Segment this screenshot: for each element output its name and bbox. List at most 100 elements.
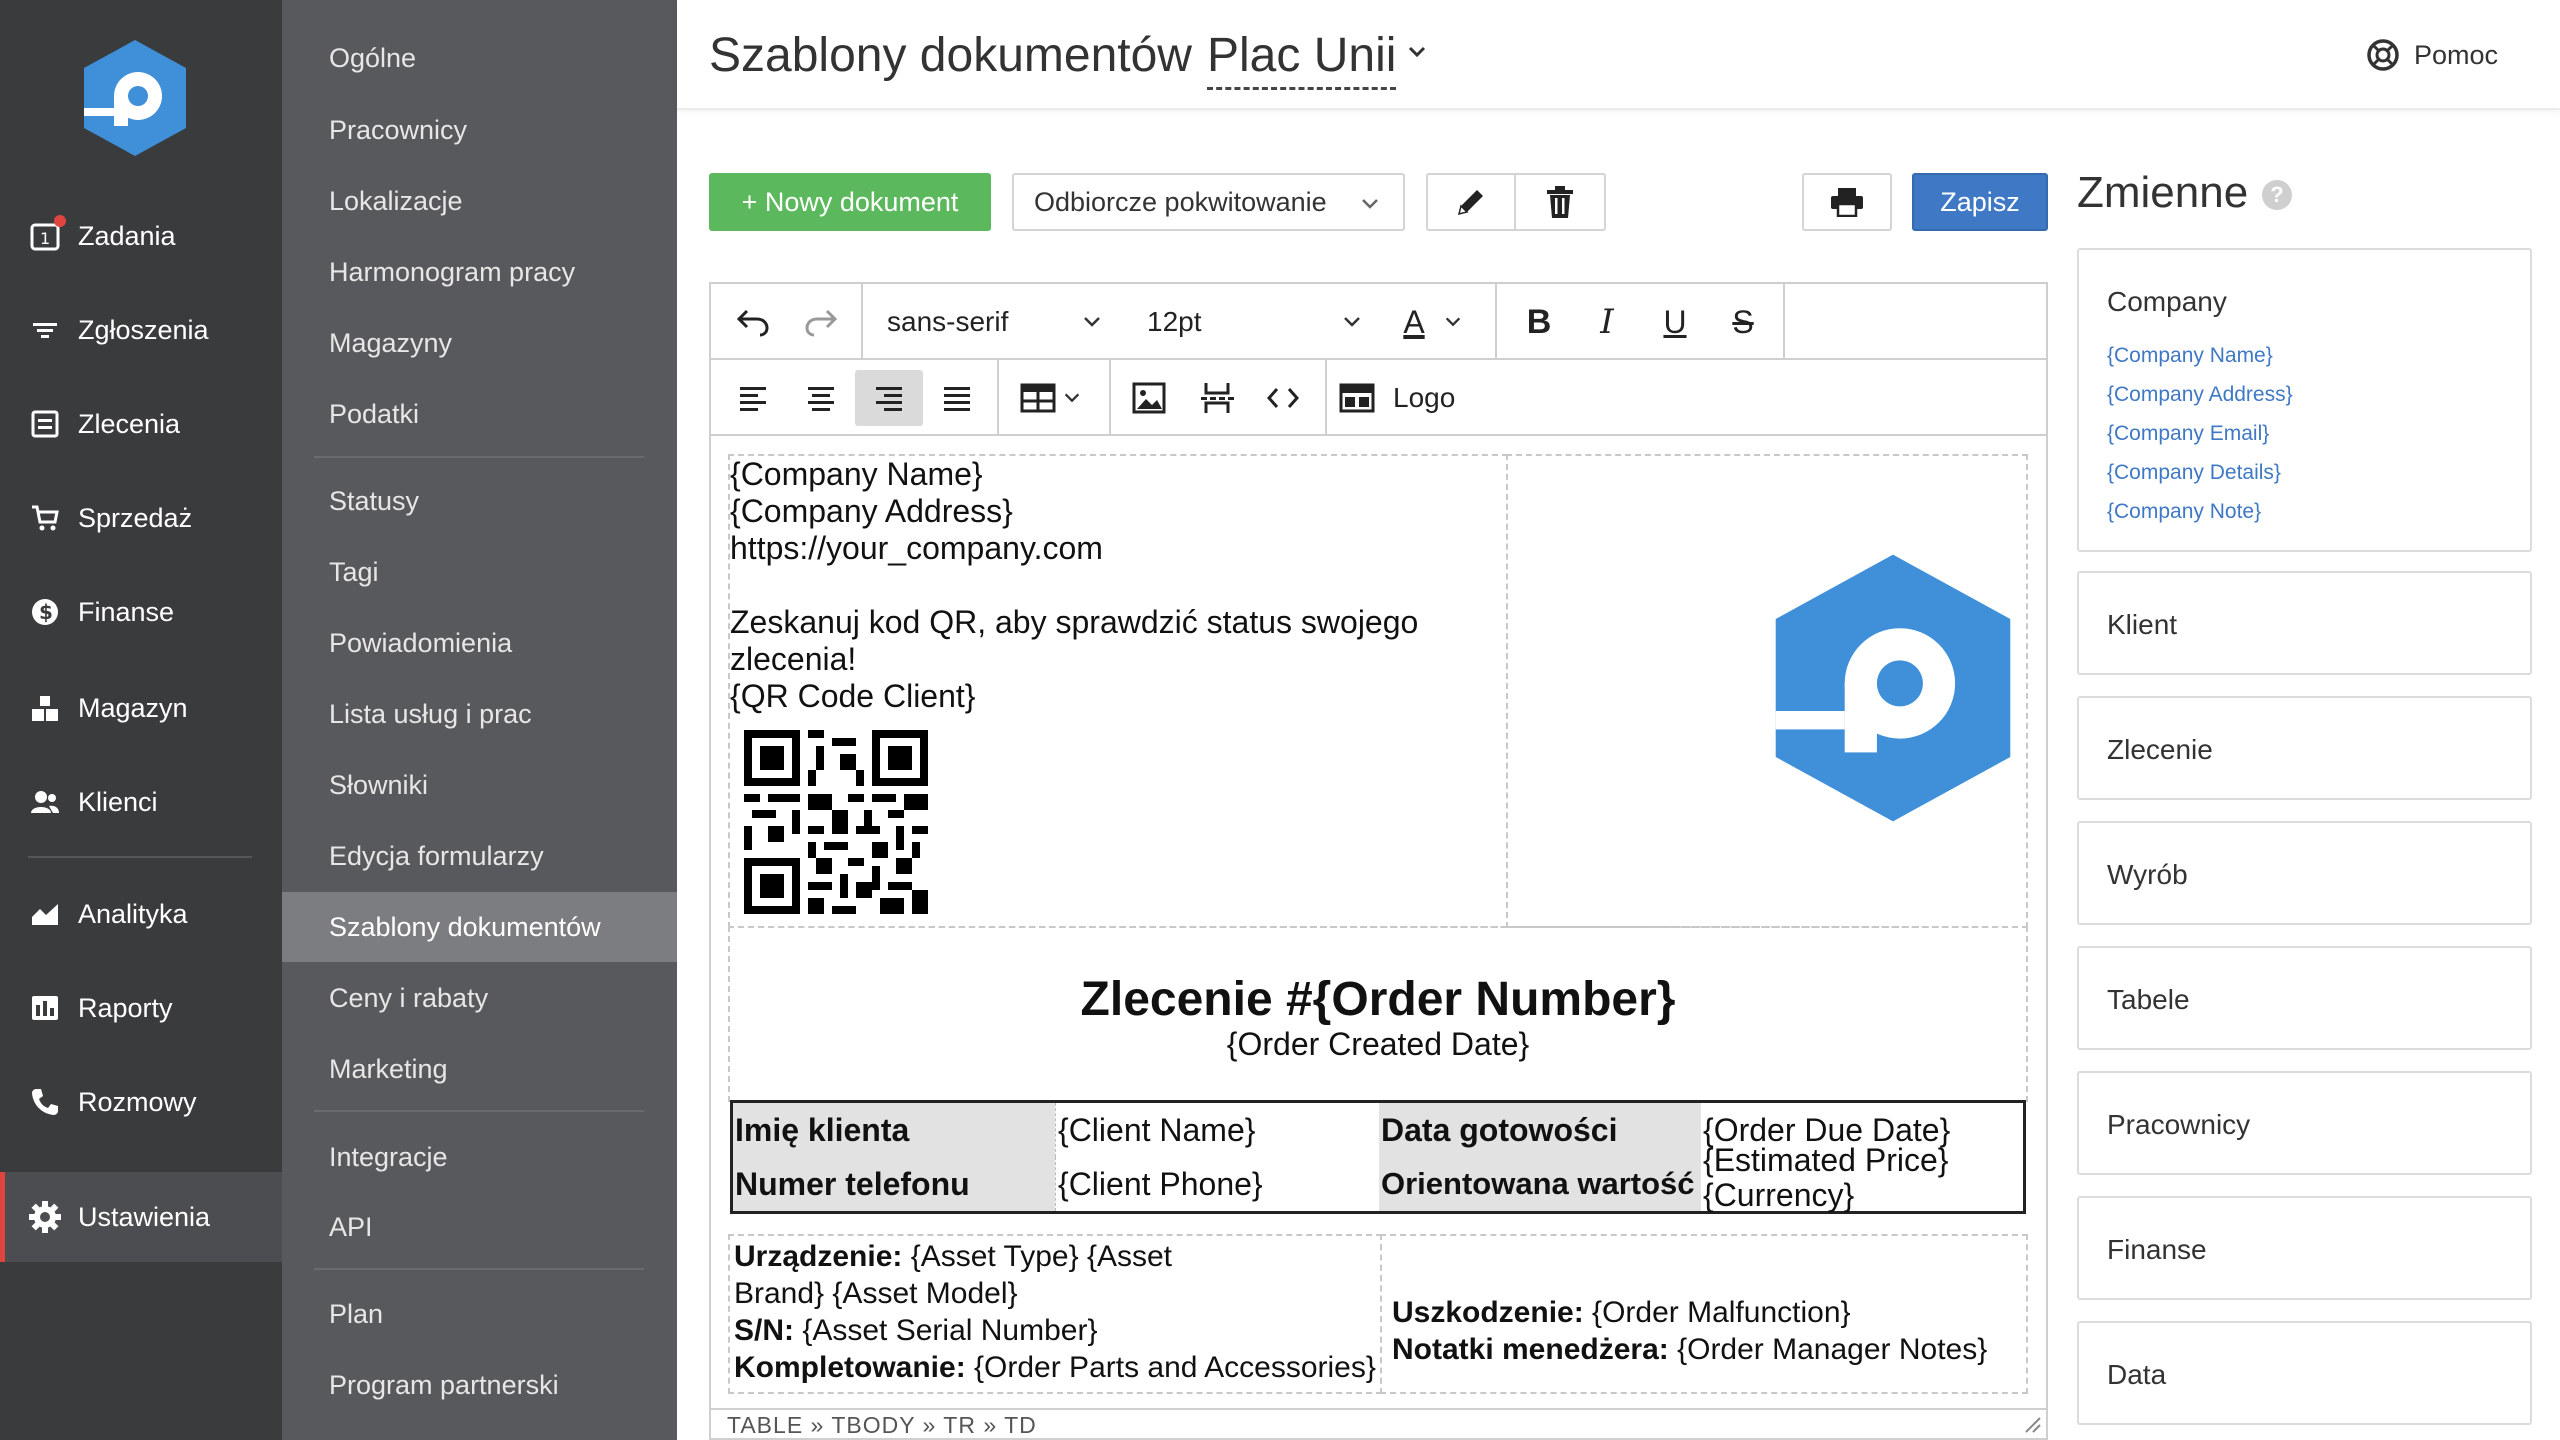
nav-item-finanse[interactable]: $ Finanse: [0, 572, 282, 652]
manager-notes: Notatki menedżera: {Order Manager Notes}: [1392, 1333, 1988, 1366]
variable-group-wyrob[interactable]: Wyrób: [2077, 821, 2532, 925]
nav-item-label: Magazyn: [78, 692, 188, 723]
variable-link-company-note[interactable]: {Company Note}: [2107, 500, 2261, 524]
submenu-item-harmonogram[interactable]: Harmonogram pracy: [282, 237, 677, 307]
variable-group-klient[interactable]: Klient: [2077, 571, 2532, 675]
orders-icon: [28, 407, 62, 441]
print-button[interactable]: [1802, 173, 1892, 231]
variable-link-company-email[interactable]: {Company Email}: [2107, 422, 2269, 446]
submenu-item-magazyny[interactable]: Magazyny: [282, 308, 677, 378]
nav-item-magazyn[interactable]: Magazyn: [0, 668, 282, 748]
variable-link-company-name[interactable]: {Company Name}: [2107, 344, 2273, 368]
toolbar-separator: [1325, 360, 1327, 434]
submenu-item-podatki[interactable]: Podatki: [282, 379, 677, 449]
phone-icon: [28, 1085, 62, 1119]
submenu-item-ceny[interactable]: Ceny i rabaty: [282, 963, 677, 1033]
asset-device: Urządzenie: {Asset Type} {Asset: [734, 1240, 1172, 1273]
table-button[interactable]: [1009, 370, 1093, 426]
phone-label: Numer telefonu: [733, 1157, 1055, 1211]
underline-button[interactable]: U: [1647, 294, 1703, 350]
order-info-table[interactable]: Imię klienta {Client Name} Data gotowośc…: [730, 1100, 2026, 1214]
submenu-item-ogolne[interactable]: Ogólne: [282, 23, 677, 93]
variable-group-zlecenie[interactable]: Zlecenie: [2077, 696, 2532, 800]
variable-group-tabele[interactable]: Tabele: [2077, 946, 2532, 1050]
nav-item-label: Zlecenia: [78, 408, 181, 439]
nav-item-sprzedaz[interactable]: Sprzedaż: [0, 478, 282, 558]
nav-item-zlecenia[interactable]: Zlecenia: [0, 384, 282, 464]
nav-item-rozmowy[interactable]: Rozmowy: [0, 1062, 282, 1142]
variable-group-title: Company: [2107, 286, 2227, 317]
submenu-item-powiadomienia[interactable]: Powiadomienia: [282, 608, 677, 678]
bold-button[interactable]: B: [1511, 294, 1567, 350]
variable-link-company-details[interactable]: {Company Details}: [2107, 461, 2281, 485]
variable-group-title: Wyrób: [2107, 859, 2188, 890]
italic-button[interactable]: I: [1579, 294, 1635, 350]
align-right-button[interactable]: [855, 370, 923, 426]
submenu-item-pracownicy[interactable]: Pracownicy: [282, 95, 677, 165]
nav-item-raporty[interactable]: Raporty: [0, 968, 282, 1048]
variable-group-pracownicy[interactable]: Pracownicy: [2077, 1071, 2532, 1175]
submenu-item-slowniki[interactable]: Słowniki: [282, 750, 677, 820]
resize-handle-icon[interactable]: [2022, 1414, 2042, 1434]
chevron-down-icon: [1362, 199, 1378, 209]
layout-icon: [1339, 383, 1375, 413]
lifebuoy-icon: [2367, 39, 2399, 71]
submenu-item-lista-uslug[interactable]: Lista usług i prac: [282, 679, 677, 749]
variable-group-finanse[interactable]: Finanse: [2077, 1196, 2532, 1300]
font-family-value: sans-serif: [887, 306, 1009, 337]
document-canvas[interactable]: {Company Name} {Company Address} https:/…: [728, 454, 2028, 1394]
page-break-button[interactable]: [1189, 370, 1245, 426]
align-justify-icon: [944, 387, 970, 411]
chevron-down-icon[interactable]: [1405, 40, 1429, 64]
nav-item-ustawienia[interactable]: Ustawienia: [0, 1172, 282, 1262]
asset-serial: S/N: {Asset Serial Number}: [734, 1314, 1098, 1347]
question-icon[interactable]: ?: [2262, 180, 2292, 210]
nav-item-zadania[interactable]: 1 Zadania: [0, 196, 282, 276]
company-url: https://your_company.com: [730, 530, 1103, 566]
align-justify-button[interactable]: [929, 370, 985, 426]
template-select[interactable]: Odbiorcze pokwitowanie: [1012, 173, 1405, 231]
help-link[interactable]: Pomoc: [2366, 38, 2498, 72]
logo-button[interactable]: Logo: [1339, 370, 1491, 426]
nav-item-analityka[interactable]: Analityka: [0, 874, 282, 954]
submenu-item-lokalizacje[interactable]: Lokalizacje: [282, 166, 677, 236]
undo-button[interactable]: [725, 294, 781, 350]
svg-text:1: 1: [40, 229, 50, 248]
delete-template-button[interactable]: [1514, 173, 1606, 231]
variable-group-title: Zlecenie: [2107, 734, 2213, 765]
align-left-button[interactable]: [725, 370, 781, 426]
font-color-button[interactable]: A: [1387, 294, 1479, 350]
align-center-button[interactable]: [793, 370, 849, 426]
brand-logo-icon[interactable]: [80, 38, 190, 158]
nav-item-klienci[interactable]: Klienci: [0, 762, 282, 842]
submenu-item-marketing[interactable]: Marketing: [282, 1034, 677, 1104]
submenu-item-plan[interactable]: Plan: [282, 1279, 677, 1349]
submenu-item-tagi[interactable]: Tagi: [282, 537, 677, 607]
nav-item-zgloszenia[interactable]: Zgłoszenia: [0, 290, 282, 370]
save-button[interactable]: Zapisz: [1912, 173, 2048, 231]
font-size-select[interactable]: 12pt: [1135, 294, 1375, 350]
submenu-item-statusy[interactable]: Statusy: [282, 466, 677, 536]
new-document-button[interactable]: + Nowy dokument: [709, 173, 991, 231]
redo-button[interactable]: [793, 294, 849, 350]
variable-group-data[interactable]: Data: [2077, 1321, 2532, 1425]
variable-link-company-address[interactable]: {Company Address}: [2107, 383, 2293, 407]
pencil-icon: [1457, 190, 1483, 216]
tasks-icon: 1: [28, 215, 66, 253]
location-selector[interactable]: Plac Unii: [1207, 28, 1397, 90]
submenu-item-edycja-formularzy[interactable]: Edycja formularzy: [282, 821, 677, 891]
chevron-down-icon: [1445, 317, 1460, 327]
trash-icon: [1547, 186, 1573, 218]
source-code-button[interactable]: [1255, 370, 1311, 426]
submenu-item-integracje[interactable]: Integracje: [282, 1122, 677, 1192]
strikethrough-button[interactable]: S: [1715, 294, 1771, 350]
insert-image-button[interactable]: [1121, 370, 1177, 426]
warehouse-icon: [28, 691, 62, 725]
submenu-divider: [314, 1268, 644, 1270]
font-family-select[interactable]: sans-serif: [875, 294, 1115, 350]
submenu-item-szablony[interactable]: Szablony dokumentów: [282, 892, 677, 962]
estimated-price-value: {Estimated Price}: [1703, 1141, 1949, 1178]
submenu-item-api[interactable]: API: [282, 1192, 677, 1262]
submenu-item-program-partnerski[interactable]: Program partnerski: [282, 1350, 677, 1420]
edit-template-button[interactable]: [1426, 173, 1516, 231]
